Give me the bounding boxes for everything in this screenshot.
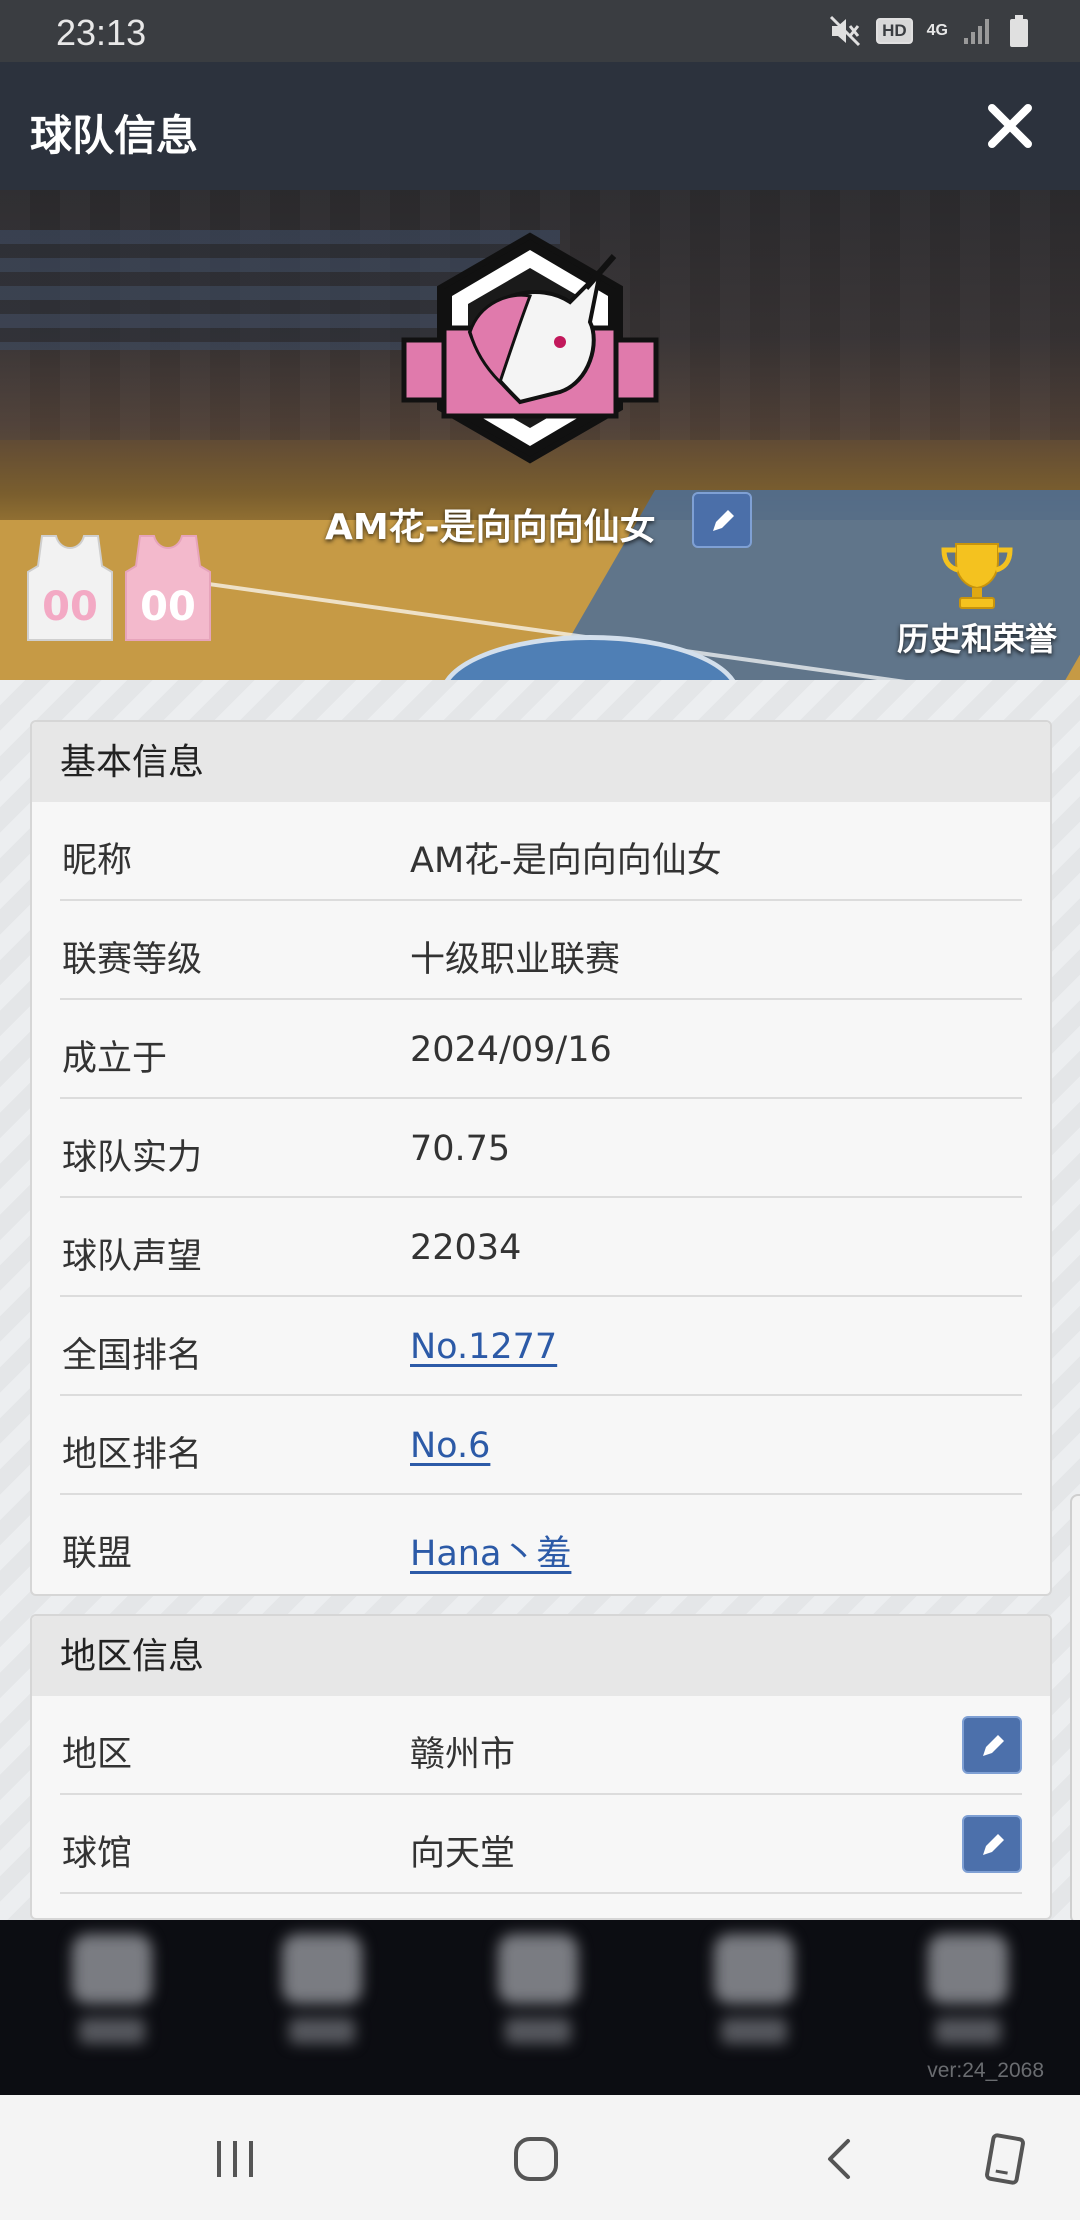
mute-icon: [830, 15, 861, 47]
team-logo: [401, 232, 659, 464]
history-honor-label: 历史和荣誉: [896, 620, 1057, 658]
info-value: AM花-是向向向仙女: [410, 841, 722, 881]
pencil-icon: [983, 1735, 1004, 1756]
status-icons: HD 4G: [828, 14, 1030, 48]
home-icon[interactable]: [506, 2133, 566, 2185]
info-value: 赣州市: [410, 1735, 516, 1775]
battery-icon: [1010, 15, 1028, 47]
basic-info-card: 基本信息 昵称 AM花-是向向向仙女 联赛等级 十级职业联赛 成立于 2024/…: [30, 720, 1052, 1596]
info-row-region-rank: 地区排名 No.6: [60, 1396, 1022, 1495]
info-key: 地区排名: [62, 1435, 203, 1475]
basic-info-heading: 基本信息: [32, 722, 1050, 802]
info-value: 2024/09/16: [410, 1030, 612, 1070]
info-key: 地区: [62, 1735, 133, 1775]
network-4g-icon: 4G: [926, 22, 948, 39]
content-area: 基本信息 昵称 AM花-是向向向仙女 联赛等级 十级职业联赛 成立于 2024/…: [0, 680, 1080, 1924]
team-banner: AM花-是向向向仙女 00 00 历史和荣誉: [0, 190, 1080, 680]
pencil-icon: [983, 1834, 1004, 1855]
info-row-founded: 成立于 2024/09/16: [60, 1000, 1022, 1099]
status-bar: 23:13 HD 4G: [0, 0, 1080, 62]
info-row-national-rank: 全国排名 No.1277: [60, 1297, 1022, 1396]
away-jersey-number: 00: [140, 584, 196, 630]
team-name: AM花-是向向向仙女: [325, 507, 656, 548]
info-key: 联赛等级: [62, 940, 203, 980]
back-icon[interactable]: [810, 2133, 870, 2185]
trophy-icon: [941, 543, 1013, 609]
info-key: 球队声望: [62, 1237, 203, 1277]
home-jersey-number: 00: [42, 584, 98, 630]
info-row-arena: 球馆 向天堂: [60, 1795, 1022, 1894]
info-row-league-level: 联赛等级 十级职业联赛: [60, 901, 1022, 1000]
info-value: 22034: [410, 1228, 522, 1268]
edit-arena-button[interactable]: [962, 1815, 1022, 1873]
nav-item-blurred-5[interactable]: [918, 1934, 1018, 2064]
info-row-alliance: 联盟 Hana丶羞: [60, 1495, 1022, 1594]
region-info-card: 地区信息 地区 赣州市 球馆 向天堂: [30, 1614, 1052, 1920]
info-value: 十级职业联赛: [410, 940, 621, 980]
info-key: 昵称: [62, 841, 133, 881]
history-honor-button[interactable]: 历史和荣誉: [892, 540, 1062, 660]
info-value: 向天堂: [410, 1834, 516, 1874]
info-key: 成立于: [62, 1039, 168, 1079]
version-label: ver:24_2068: [927, 2059, 1044, 2082]
close-icon[interactable]: [980, 96, 1040, 156]
info-row-region: 地区 赣州市: [60, 1696, 1022, 1795]
away-jersey-icon[interactable]: 00: [122, 532, 214, 644]
edit-region-button[interactable]: [962, 1716, 1022, 1774]
game-bottom-nav: ver:24_2068: [0, 1920, 1080, 2095]
scrollbar[interactable]: [1070, 1494, 1080, 1924]
edit-team-name-button[interactable]: [692, 492, 752, 548]
national-rank-link[interactable]: No.1277: [410, 1327, 557, 1367]
info-key: 全国排名: [62, 1336, 203, 1376]
recents-icon[interactable]: [205, 2133, 265, 2185]
title-bar: 球队信息: [0, 62, 1080, 190]
info-key: 球队实力: [62, 1138, 203, 1178]
pencil-icon: [713, 510, 734, 531]
info-row-reputation: 球队声望 22034: [60, 1198, 1022, 1297]
region-rank-link[interactable]: No.6: [410, 1426, 490, 1466]
info-key: 球馆: [62, 1834, 133, 1874]
page-title: 球队信息: [30, 111, 199, 160]
info-key: 联盟: [62, 1534, 133, 1574]
rotate-icon[interactable]: [976, 2133, 1036, 2185]
home-jersey-icon[interactable]: 00: [24, 532, 116, 644]
signal-icon: [964, 19, 989, 44]
info-row-nickname: 昵称 AM花-是向向向仙女: [60, 802, 1022, 901]
region-info-heading: 地区信息: [32, 1616, 1050, 1696]
alliance-link[interactable]: Hana丶羞: [410, 1525, 571, 1576]
info-value: 70.75: [410, 1129, 511, 1169]
nav-item-blurred-4[interactable]: [704, 1934, 804, 2064]
android-nav-bar: [0, 2095, 1080, 2220]
nav-item-blurred-3[interactable]: [488, 1934, 588, 2064]
info-row-team-strength: 球队实力 70.75: [60, 1099, 1022, 1198]
nav-item-blurred-2[interactable]: [272, 1934, 372, 2064]
hd-badge: HD: [876, 18, 913, 44]
nav-item-blurred-1[interactable]: [62, 1934, 162, 2064]
status-time: 23:13: [56, 12, 147, 53]
